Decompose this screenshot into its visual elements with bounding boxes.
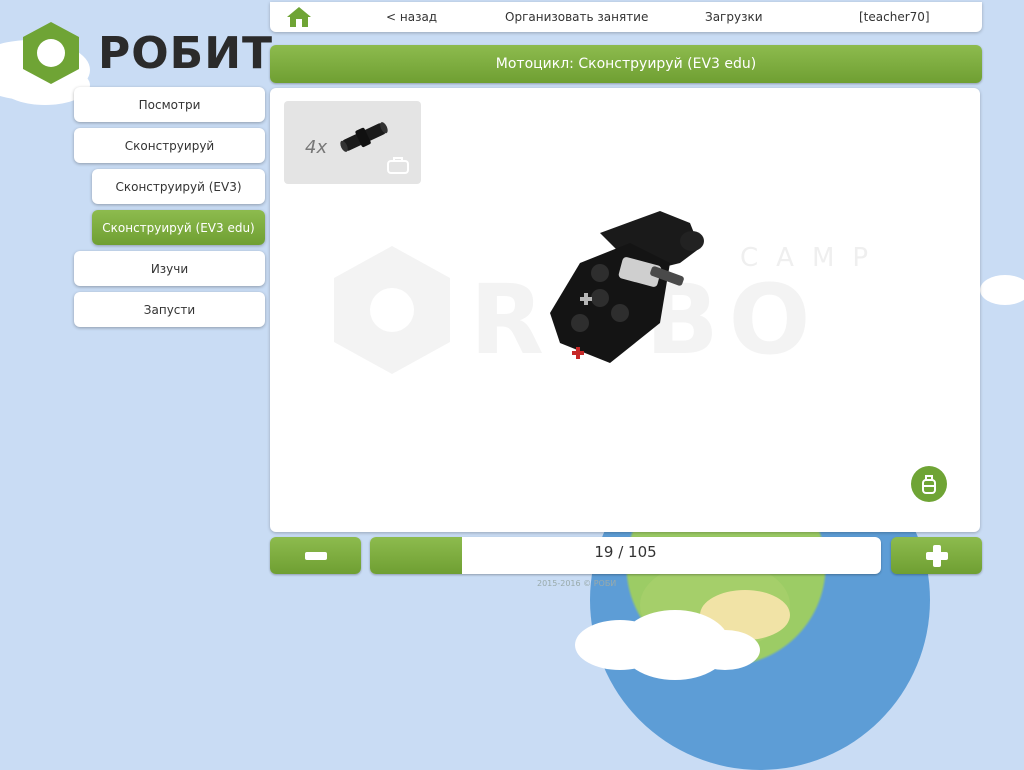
logo-text: РОБИТ xyxy=(98,27,274,79)
part-quantity: 4x xyxy=(305,137,328,158)
sidebar-item-look[interactable]: Посмотри xyxy=(74,87,265,122)
parts-list: 4x xyxy=(284,101,421,184)
next-step-button[interactable] xyxy=(891,537,982,574)
logo-hexagon-icon xyxy=(18,20,84,86)
sidebar-item-run[interactable]: Запусти xyxy=(74,292,265,327)
background-cloud xyxy=(980,275,1024,305)
back-link[interactable]: < назад xyxy=(386,10,437,24)
user-account-link[interactable]: [teacher70] xyxy=(859,10,930,24)
step-progress-bar[interactable]: 19 / 105 xyxy=(370,537,881,574)
sidebar-item-study[interactable]: Изучи xyxy=(74,251,265,286)
instruction-panel: 4x CAMP ROBO xyxy=(270,88,980,532)
bag-icon xyxy=(922,475,936,494)
page-title: Мотоцикл: Сконструируй (EV3 edu) xyxy=(270,45,982,83)
home-icon[interactable] xyxy=(286,6,312,28)
parts-bag-button[interactable] xyxy=(911,466,947,502)
sidebar-item-build-ev3-edu[interactable]: Сконструируй (EV3 edu) xyxy=(92,210,265,245)
bag-icon xyxy=(387,157,409,174)
step-counter: 19 / 105 xyxy=(594,543,657,561)
footer-copyright: 2015-2016 © РОБИ xyxy=(537,579,617,588)
sidebar-item-build[interactable]: Сконструируй xyxy=(74,128,265,163)
minus-icon xyxy=(304,551,327,560)
top-navigation: < назад Организовать занятие Загрузки [t… xyxy=(270,2,982,32)
background-cloud xyxy=(690,630,760,670)
model-3d-view xyxy=(550,211,704,363)
previous-step-button[interactable] xyxy=(270,537,361,574)
brand-logo[interactable]: РОБИТ xyxy=(18,20,273,86)
organize-lesson-link[interactable]: Организовать занятие xyxy=(505,10,648,24)
plus-icon xyxy=(925,544,948,567)
sidebar-item-build-ev3[interactable]: Сконструируй (EV3) xyxy=(92,169,265,204)
downloads-link[interactable]: Загрузки xyxy=(705,10,763,24)
connector-peg-icon xyxy=(340,122,388,152)
